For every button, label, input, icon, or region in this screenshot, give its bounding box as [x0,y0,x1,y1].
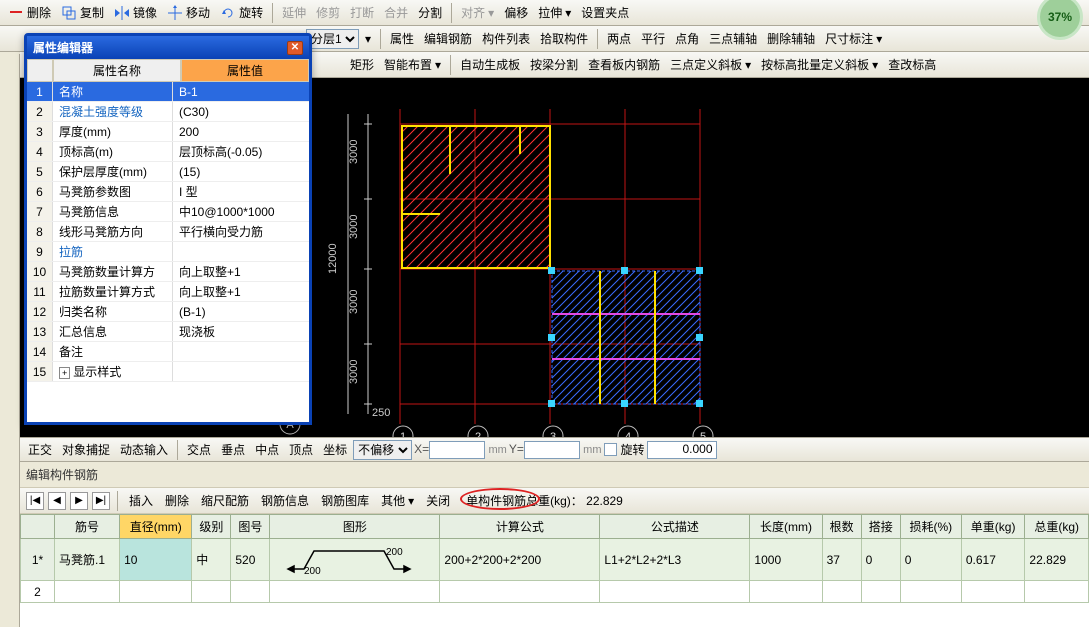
property-row[interactable]: 13汇总信息现浇板 [27,322,309,342]
pick-button[interactable]: 拾取构件 [536,28,592,49]
stretch-button[interactable]: 拉伸 ▾ [534,2,575,23]
svg-text:200: 200 [304,566,321,575]
total-label: 单构件钢筋总重(kg)： [466,494,583,508]
twopt-button[interactable]: 两点 [603,28,635,49]
delaux-button[interactable]: 删除辅轴 [763,28,819,49]
break-button[interactable]: 打断 [346,2,378,23]
lib-button[interactable]: 钢筋图库 [317,490,373,511]
rebar-table[interactable]: 筋号 直径(mm) 级别 图号 图形 计算公式 公式描述 长度(mm) 根数 搭… [20,514,1089,627]
property-row[interactable]: 8线形马凳筋方向平行横向受力筋 [27,222,309,242]
mid-button[interactable]: 中点 [251,439,283,460]
offset-button[interactable]: 偏移 [500,2,532,23]
property-row[interactable]: 3厚度(mm)200 [27,122,309,142]
offset-select[interactable]: 不偏移 [353,440,412,460]
editbar-button[interactable]: 编辑钢筋 [420,28,476,49]
rebar-editor: 编辑构件钢筋 |◀ ◀ ▶ ▶| 插入 删除 缩尺配筋 钢筋信息 钢筋图库 其他… [20,461,1089,627]
trim-button[interactable]: 修剪 [312,2,344,23]
property-row[interactable]: 10马凳筋数量计算方向上取整+1 [27,262,309,282]
left-strip [0,54,20,627]
coord-button[interactable]: 坐标 [319,439,351,460]
copy-button[interactable]: 复制 [57,2,108,23]
tilt-button[interactable]: 三点定义斜板 ▾ [666,54,755,75]
x-input[interactable] [429,441,485,459]
corner-button[interactable]: 点角 [671,28,703,49]
property-row[interactable]: 11拉筋数量计算方式向上取整+1 [27,282,309,302]
other-button[interactable]: 其他 ▾ [377,490,418,511]
dim-3000-2: 3000 [348,215,360,239]
close-icon[interactable]: ✕ [287,41,303,55]
ortho-button[interactable]: 正交 [24,439,56,460]
table-row[interactable]: 2 [21,581,1089,603]
batchtilt-button[interactable]: 按标高批量定义斜板 ▾ [757,54,882,75]
parallel-button[interactable]: 平行 [637,28,669,49]
property-editor-title[interactable]: 属性编辑器 ✕ [27,36,309,59]
rotate-input[interactable]: 0.000 [647,441,717,459]
nav-prev[interactable]: ◀ [48,492,66,510]
dim-12000: 12000 [327,243,339,274]
delete-button[interactable]: 删除 [4,2,55,23]
property-row[interactable]: 4顶标高(m)层顶标高(-0.05) [27,142,309,162]
nav-first[interactable]: |◀ [26,492,44,510]
dim-250: 250 [372,407,390,419]
threept-button[interactable]: 三点辅轴 [705,28,761,49]
snap-toolbar: 正交 对象捕捉 动态输入 交点 垂点 中点 顶点 坐标 不偏移 X= mm Y=… [20,437,1089,461]
complist-button[interactable]: 构件列表 [478,28,534,49]
svg-text:200: 200 [386,547,403,558]
align-button[interactable]: 对齐 ▾ [457,2,498,23]
toolbar-edit: 删除 复制 镜像 移动 旋转 延伸 修剪 打断 合并 分割 对齐 ▾ 偏移 拉伸… [0,0,1089,26]
dyn-button[interactable]: 动态输入 [116,439,172,460]
rotate-button[interactable]: 旋转 [216,2,267,23]
dim-3000-4: 3000 [348,360,360,384]
lookin-button[interactable]: 查看板内钢筋 [584,54,664,75]
property-grid[interactable]: 1名称B-12混凝土强度等级(C30)3厚度(mm)2004顶标高(m)层顶标高… [27,82,309,422]
property-row[interactable]: 12归类名称(B-1) [27,302,309,322]
move-button[interactable]: 移动 [163,2,214,23]
layer-opts[interactable]: ▾ [361,30,375,48]
edelete-button[interactable]: 删除 [161,490,193,511]
nav-next[interactable]: ▶ [70,492,88,510]
dimension-button[interactable]: 尺寸标注 ▾ [821,28,886,49]
dim-3000-1: 3000 [348,140,360,164]
editor-title: 编辑构件钢筋 [20,462,1089,487]
merge-button[interactable]: 合并 [380,2,412,23]
property-row[interactable]: 2混凝土强度等级(C30) [27,102,309,122]
property-row[interactable]: 14备注 [27,342,309,362]
inter-button[interactable]: 交点 [183,439,215,460]
perp-button[interactable]: 垂点 [217,439,249,460]
total-value: 22.829 [586,494,623,508]
editor-toolbar: |◀ ◀ ▶ ▶| 插入 删除 缩尺配筋 钢筋信息 钢筋图库 其他 ▾ 关闭 单… [20,487,1089,514]
y-input[interactable] [524,441,580,459]
setpin-button[interactable]: 设置夹点 [577,2,633,23]
property-row[interactable]: 9拉筋 [27,242,309,262]
extend-button[interactable]: 延伸 [278,2,310,23]
smart-button[interactable]: 智能布置 ▾ [380,54,445,75]
dim-3000-3: 3000 [348,290,360,314]
property-row[interactable]: 6马凳筋参数图I 型 [27,182,309,202]
property-header: 属性名称 属性值 [27,59,309,82]
beamsplit-button[interactable]: 按梁分割 [526,54,582,75]
peak-button[interactable]: 顶点 [285,439,317,460]
osnap-button[interactable]: 对象捕捉 [58,439,114,460]
attr-button[interactable]: 属性 [386,28,418,49]
property-row[interactable]: 7马凳筋信息中10@1000*1000 [27,202,309,222]
rect-button[interactable]: 矩形 [346,54,378,75]
layer-select[interactable]: 分层1 [306,29,359,49]
table-row[interactable]: 1*马凳筋.110中520200200200+2*200+2*200L1+2*L… [21,539,1089,581]
close-button[interactable]: 关闭 [422,490,454,511]
insert-button[interactable]: 插入 [125,490,157,511]
property-row[interactable]: 5保护层厚度(mm)(15) [27,162,309,182]
autogen-button[interactable]: 自动生成板 [456,54,524,75]
rotate-check[interactable] [604,443,617,456]
property-row[interactable]: 15+显示样式 [27,362,309,382]
nav-last[interactable]: ▶| [92,492,110,510]
scale-button[interactable]: 缩尺配筋 [197,490,253,511]
property-row[interactable]: 1名称B-1 [27,82,309,102]
mirror-button[interactable]: 镜像 [110,2,161,23]
property-editor[interactable]: 属性编辑器 ✕ 属性名称 属性值 1名称B-12混凝土强度等级(C30)3厚度(… [24,33,312,425]
split-button[interactable]: 分割 [414,2,446,23]
info-button[interactable]: 钢筋信息 [257,490,313,511]
viewchg-button[interactable]: 查改标高 [884,54,940,75]
